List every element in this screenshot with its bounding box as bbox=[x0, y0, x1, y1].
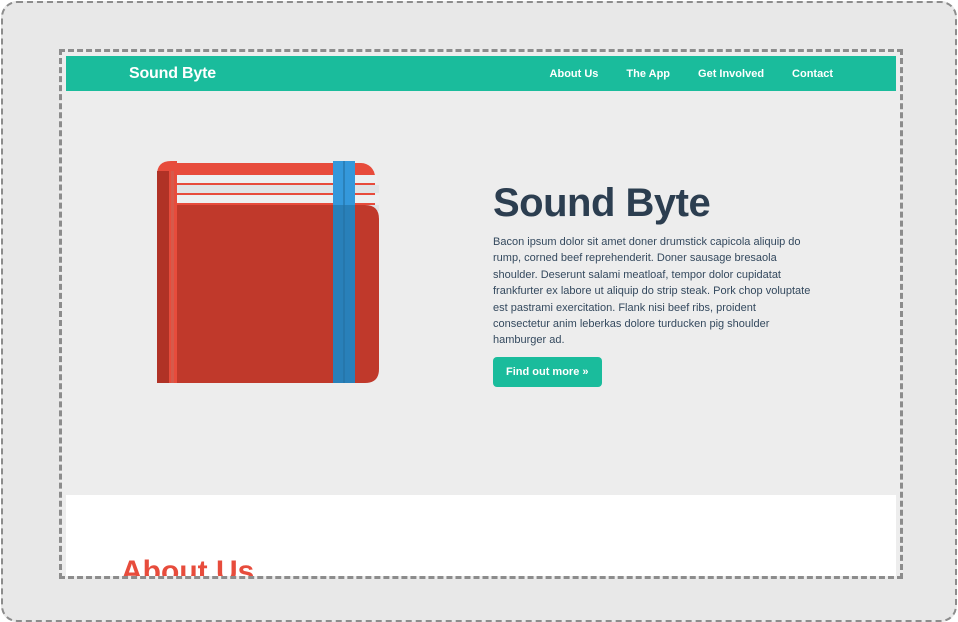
nav-link-contact[interactable]: Contact bbox=[792, 68, 833, 80]
hero-description: Bacon ipsum dolor sit amet doner drumsti… bbox=[493, 236, 811, 347]
book-icon bbox=[157, 161, 379, 383]
nav-links: About Us The App Get Involved Contact bbox=[550, 68, 833, 80]
navbar: Sound Byte About Us The App Get Involved… bbox=[66, 56, 896, 91]
hero-section: Sound Byte Bacon ipsum dolor sit amet do… bbox=[66, 91, 896, 495]
screenshot-frame: Sound Byte About Us The App Get Involved… bbox=[1, 1, 957, 622]
about-title: About Us bbox=[121, 555, 255, 576]
nav-link-about-us[interactable]: About Us bbox=[550, 68, 599, 80]
navbar-brand[interactable]: Sound Byte bbox=[129, 65, 216, 83]
website: Sound Byte About Us The App Get Involved… bbox=[66, 56, 896, 576]
browser-viewport: Sound Byte About Us The App Get Involved… bbox=[59, 49, 903, 579]
nav-link-get-involved[interactable]: Get Involved bbox=[698, 68, 764, 80]
hero-title: Sound Byte bbox=[493, 181, 711, 225]
nav-link-the-app[interactable]: The App bbox=[626, 68, 670, 80]
find-out-more-button[interactable]: Find out more » bbox=[493, 357, 602, 387]
about-section: About Us bbox=[66, 495, 896, 576]
